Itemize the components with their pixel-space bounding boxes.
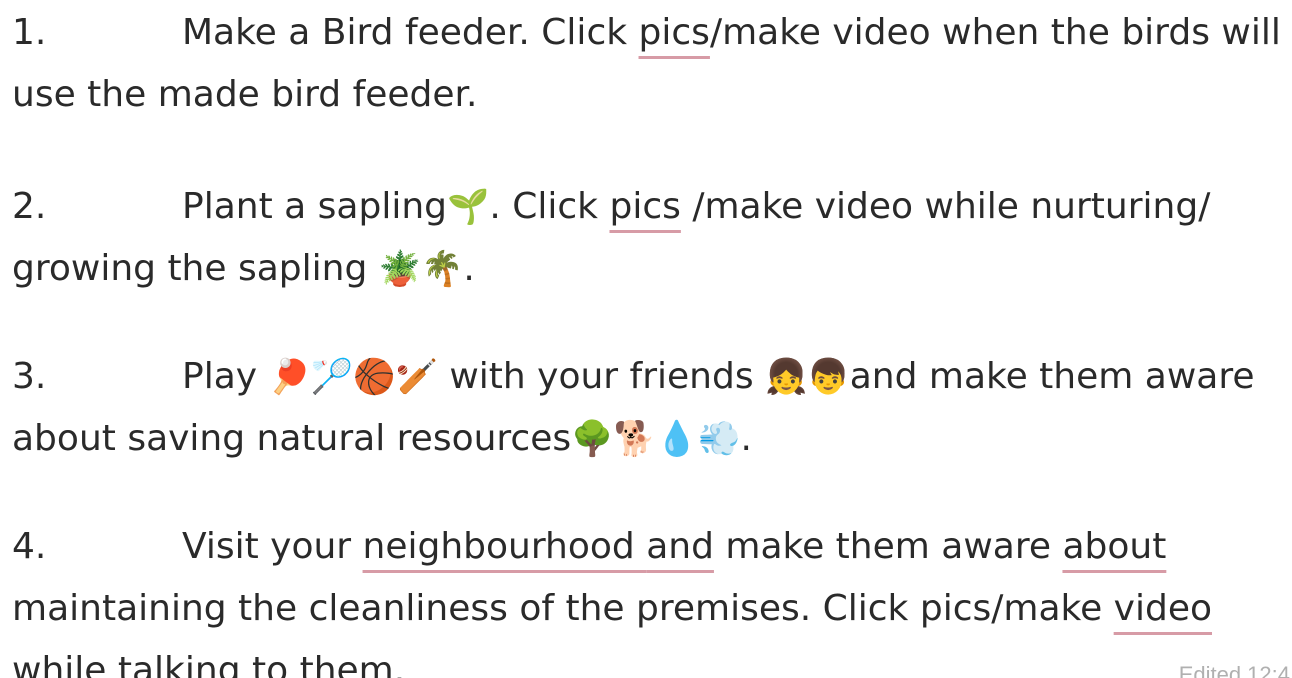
spellcheck-word[interactable]: and — [646, 526, 714, 567]
list-item: 3. Play 🏓🏸🏀🏏 with your friends 👧👦and make… — [12, 346, 1282, 470]
list-item: 2. Plant a sapling🌱. Click pics /make vid… — [12, 176, 1282, 300]
item-text: with your friends — [437, 356, 766, 397]
item-text: Plant a sapling — [182, 186, 447, 227]
chat-message: 1. Make a Bird feeder. Click pics/make vi… — [0, 0, 1292, 678]
plant-palm-emoji-icon: 🪴🌴 — [378, 249, 464, 289]
spellcheck-word[interactable]: video — [1114, 588, 1212, 629]
seedling-emoji-icon: 🌱 — [447, 187, 490, 227]
item-number: 4. — [12, 526, 47, 567]
item-text: make them aware — [713, 526, 1063, 567]
item-text: . — [463, 248, 475, 289]
item-text: Make a Bird feeder. Click — [182, 12, 639, 53]
spellcheck-word[interactable]: pics — [639, 12, 710, 53]
nature-emoji-icon: 🌳🐕💧💨 — [571, 419, 741, 459]
sports-emoji-icon: 🏓🏸🏀🏏 — [268, 357, 438, 397]
item-text: maintaining the cleanliness of the premi… — [12, 588, 1114, 629]
item-text: Play — [182, 356, 269, 397]
friends-emoji-icon: 👧👦 — [765, 357, 850, 397]
item-number: 3. — [12, 356, 47, 397]
item-text: . — [740, 418, 752, 459]
spellcheck-word[interactable]: pics — [609, 186, 680, 227]
spellcheck-word[interactable]: about — [1062, 526, 1166, 567]
list-item: 4. Visit your neighbourhood and make them… — [12, 516, 1282, 678]
spellcheck-word[interactable]: neighbourhood — [363, 526, 647, 567]
edited-timestamp: Edited 12:4 — [1178, 662, 1290, 678]
item-number: 2. — [12, 186, 47, 227]
item-text: while talking to them. — [12, 650, 406, 678]
item-text: . Click — [489, 186, 610, 227]
item-text: Visit your — [182, 526, 363, 567]
item-number: 1. — [12, 12, 47, 53]
list-item: 1. Make a Bird feeder. Click pics/make vi… — [12, 2, 1282, 126]
